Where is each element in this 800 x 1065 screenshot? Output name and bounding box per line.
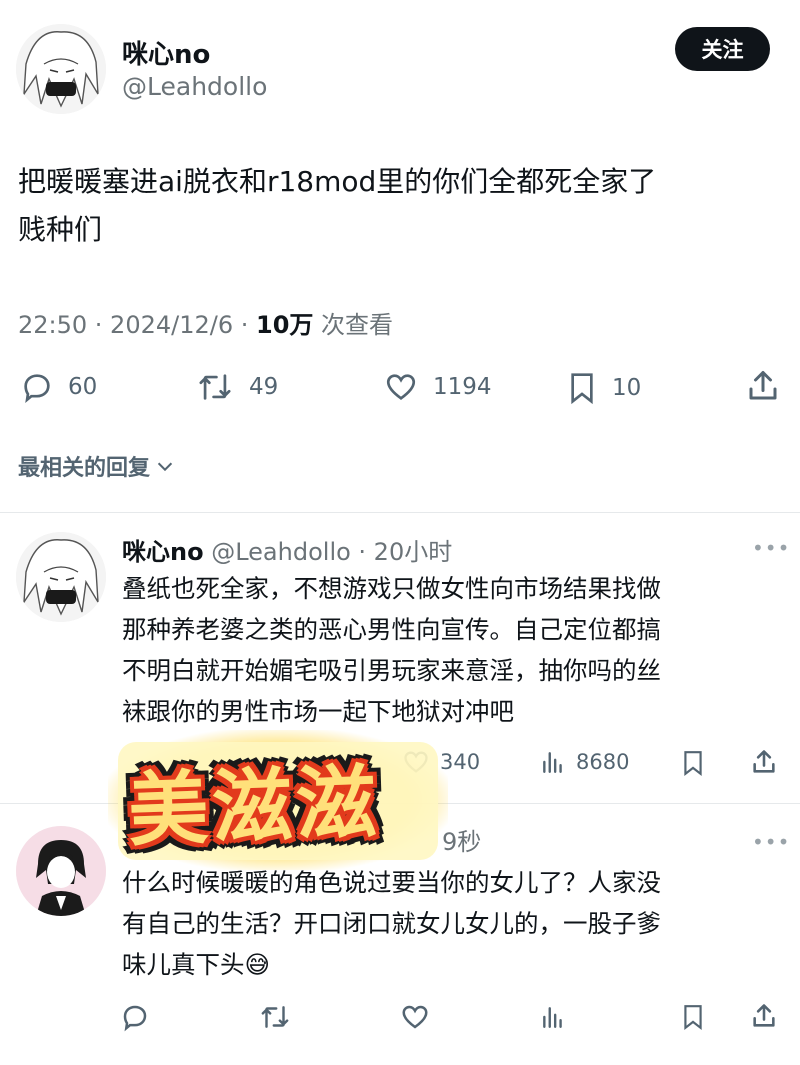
follow-button[interactable]: 关注 — [675, 27, 770, 71]
share-action[interactable] — [750, 748, 778, 776]
bookmark-action[interactable] — [680, 1002, 706, 1032]
reply-handle-time[interactable]: @Leahdollo · 20小时 — [211, 538, 452, 566]
reply-avatar[interactable] — [16, 532, 106, 622]
reply-icon — [123, 1005, 147, 1032]
reply-text-line: 那种养老婆之类的恶心男性向宣传。自己定位都搞 — [122, 615, 661, 644]
bookmark-icon — [684, 1005, 702, 1031]
reply-count: 60 — [68, 374, 98, 400]
reply-text: 叠纸也死全家，不想游戏只做女性向市场结果找做 那种养老婆之类的恶心男性向宣传。自… — [122, 568, 792, 732]
reply-text-line: 袜跟你的男性市场一起下地狱对冲吧 — [122, 697, 514, 726]
retweet-icon — [199, 374, 231, 400]
author-name[interactable]: 咪心no — [122, 34, 210, 71]
bookmark-icon — [684, 751, 702, 777]
view-count: 8680 — [576, 750, 630, 774]
like-action[interactable] — [400, 1002, 430, 1032]
reply-text-fragment: 味儿真下头 — [122, 950, 245, 979]
reply-text-line: 有自己的生活？开口闭口就女儿女儿的，一股子爹 — [122, 909, 661, 938]
tweet-meta: 22:50 · 2024/12/6 · 10万 次查看 — [18, 305, 393, 340]
retweet-action[interactable]: 49 — [195, 370, 278, 404]
reply-text-line: 味儿真下头😅 — [122, 944, 792, 985]
like-action[interactable]: 1194 — [383, 370, 492, 404]
sticker-text: 美滋滋 — [126, 755, 382, 858]
like-count: 1194 — [433, 374, 492, 400]
tweet-text: 把暖暖塞进ai脱衣和r18mod里的你们全都死全家了 贱种们 — [18, 158, 788, 254]
share-icon — [753, 1004, 775, 1027]
retweet-icon — [261, 1006, 289, 1028]
bookmark-action[interactable] — [680, 748, 706, 778]
reply-text: 什么时候暖暖的角色说过要当你的女儿了？人家没 有自己的生活？开口闭口就女儿女儿的… — [122, 862, 792, 985]
more-icon[interactable]: ••• — [752, 830, 790, 854]
chevron-down-icon — [157, 462, 173, 472]
reply-icon — [24, 374, 50, 404]
views-action[interactable]: 8680 — [540, 748, 629, 776]
bookmark-action[interactable]: 10 — [566, 370, 641, 406]
analytics-icon — [543, 752, 562, 773]
reply-action[interactable] — [120, 1002, 150, 1032]
reply-header: 咪心no @Leahdollo · 20小时 — [122, 532, 452, 567]
tweet-text-line: 把暖暖塞进ai脱衣和r18mod里的你们全都死全家了 — [18, 165, 657, 198]
tweet-timestamp[interactable]: 22:50 · 2024/12/6 · — [18, 311, 256, 339]
more-icon[interactable]: ••• — [752, 536, 790, 560]
share-icon — [749, 371, 777, 400]
share-action[interactable] — [745, 368, 781, 404]
share-action[interactable] — [750, 1002, 778, 1030]
sweat-smile-emoji: 😅 — [244, 950, 271, 979]
divider — [0, 512, 800, 513]
reply-text-line: 叠纸也死全家，不想游戏只做女性向市场结果找做 — [122, 574, 661, 603]
bookmark-count: 10 — [612, 375, 642, 401]
replies-sort-dropdown[interactable]: 最相关的回复 — [18, 450, 176, 482]
replies-sort-label: 最相关的回复 — [18, 456, 151, 481]
share-icon — [753, 750, 775, 773]
view-label: 次查看 — [313, 311, 394, 339]
heart-icon — [402, 1005, 428, 1029]
bookmark-icon — [571, 373, 593, 405]
retweet-count: 49 — [249, 374, 279, 400]
author-avatar[interactable] — [16, 24, 106, 114]
reply-text-line: 不明白就开始媚宅吸引男玩家来意淫，抽你吗的丝 — [122, 656, 661, 685]
heart-icon — [386, 374, 416, 400]
view-count: 10万 — [256, 311, 314, 339]
analytics-icon — [543, 1007, 562, 1028]
author-handle[interactable]: @Leahdollo — [122, 72, 267, 101]
tweet-text-line: 贱种们 — [18, 213, 103, 246]
retweet-action[interactable] — [258, 1002, 292, 1032]
reply-avatar[interactable] — [16, 826, 106, 916]
reply-action[interactable]: 60 — [20, 370, 97, 404]
reply-author-name[interactable]: 咪心no — [122, 538, 204, 566]
views-action[interactable] — [540, 1002, 566, 1032]
